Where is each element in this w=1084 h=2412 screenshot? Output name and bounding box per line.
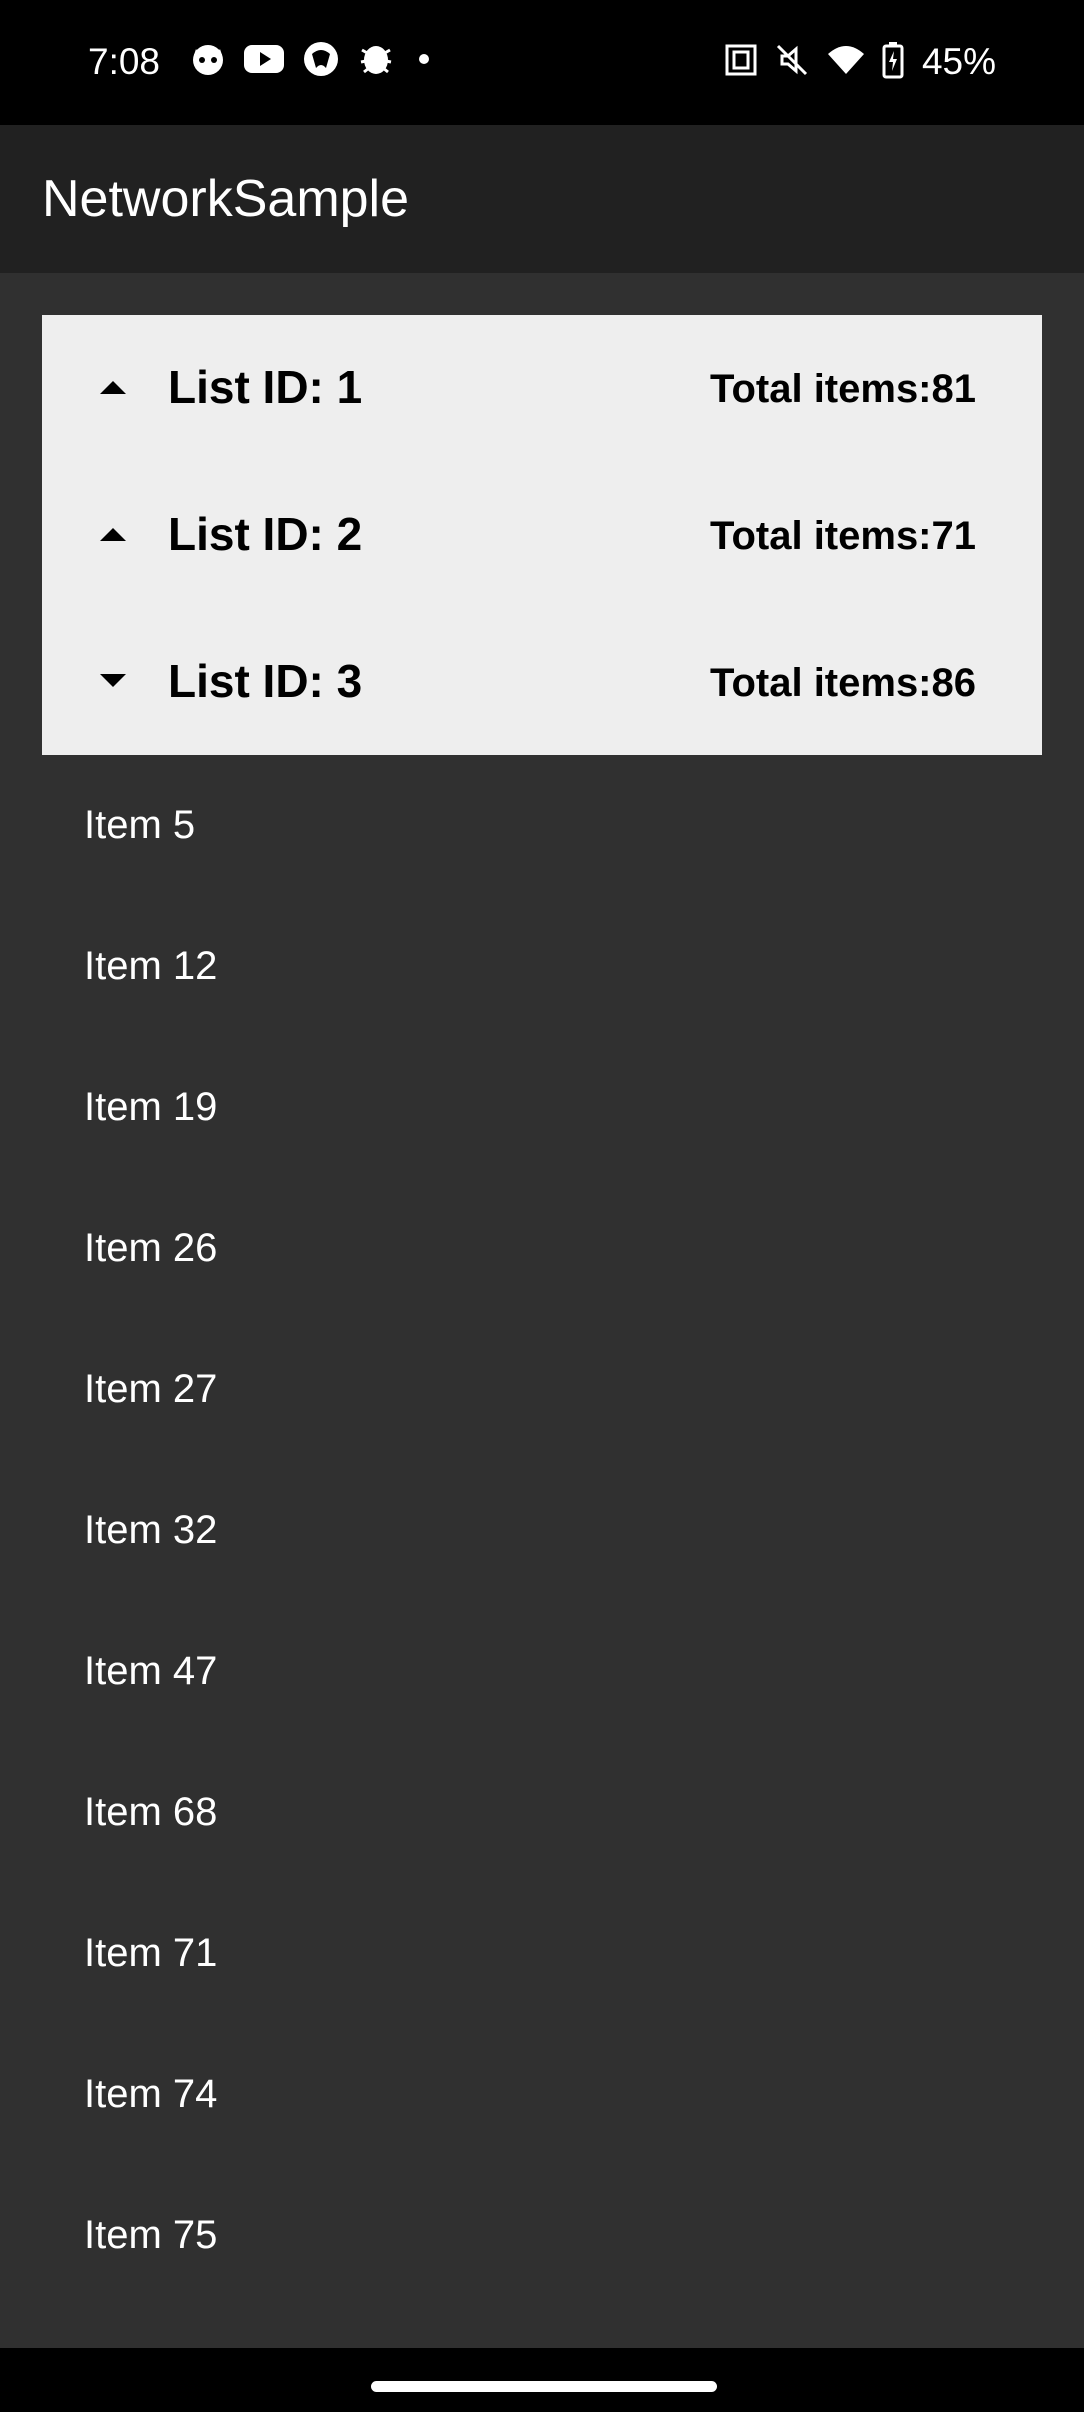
group-header-list-1[interactable]: List ID: 1 Total items:81 — [42, 315, 1042, 461]
list-item[interactable]: Item 68 — [0, 1742, 1084, 1883]
group-headers: List ID: 1 Total items:81 List ID: 2 Tot… — [42, 315, 1042, 755]
status-bar: 7:08 45% — [0, 0, 1084, 125]
group-total: Total items:71 — [710, 514, 976, 558]
group-title: List ID: 2 — [168, 508, 363, 560]
group-title: List ID: 1 — [168, 361, 363, 413]
collapse-arrow-icon — [100, 381, 126, 394]
list-item[interactable]: Item 32 — [0, 1460, 1084, 1601]
wifi-icon — [826, 44, 866, 81]
home-gesture-handle[interactable] — [371, 2381, 717, 2392]
expand-arrow-icon — [100, 674, 126, 687]
list-item[interactable]: Item 71 — [0, 1883, 1084, 2024]
list-item[interactable]: Item 26 — [0, 1178, 1084, 1319]
item-list: Item 5 Item 12 Item 19 Item 26 Item 27 I… — [0, 755, 1084, 2306]
list-item[interactable]: Item 5 — [0, 755, 1084, 896]
list-item[interactable]: Item 19 — [0, 1037, 1084, 1178]
notification-icons — [190, 40, 436, 83]
battery-charging-icon — [882, 41, 904, 84]
list-item[interactable]: Item 12 — [0, 896, 1084, 1037]
status-time: 7:08 — [88, 41, 161, 82]
list-item[interactable]: Item 47 — [0, 1601, 1084, 1742]
group-header-list-2[interactable]: List ID: 2 Total items:71 — [42, 461, 1042, 607]
group-header-list-3[interactable]: List ID: 3 Total items:86 — [42, 607, 1042, 753]
youtube-icon — [243, 43, 285, 80]
list-item[interactable]: Item 75 — [0, 2165, 1084, 2306]
app-title: NetworkSample — [42, 170, 410, 228]
mute-icon — [774, 42, 810, 83]
cat-icon — [190, 41, 226, 82]
bug-icon — [357, 40, 395, 83]
group-title: List ID: 3 — [168, 655, 363, 707]
dot-icon — [412, 47, 436, 76]
nfc-icon — [724, 43, 758, 82]
list-item[interactable]: Item 74 — [0, 2024, 1084, 2165]
group-total: Total items:86 — [710, 661, 976, 705]
system-icons: 45% — [724, 36, 996, 88]
browser-icon — [302, 40, 340, 83]
collapse-arrow-icon — [100, 528, 126, 541]
list-item[interactable]: Item 27 — [0, 1319, 1084, 1460]
battery-percent: 45% — [921, 41, 996, 82]
group-total: Total items:81 — [710, 367, 976, 411]
navigation-bar — [0, 2348, 1084, 2412]
app-bar: NetworkSample — [0, 125, 1084, 273]
